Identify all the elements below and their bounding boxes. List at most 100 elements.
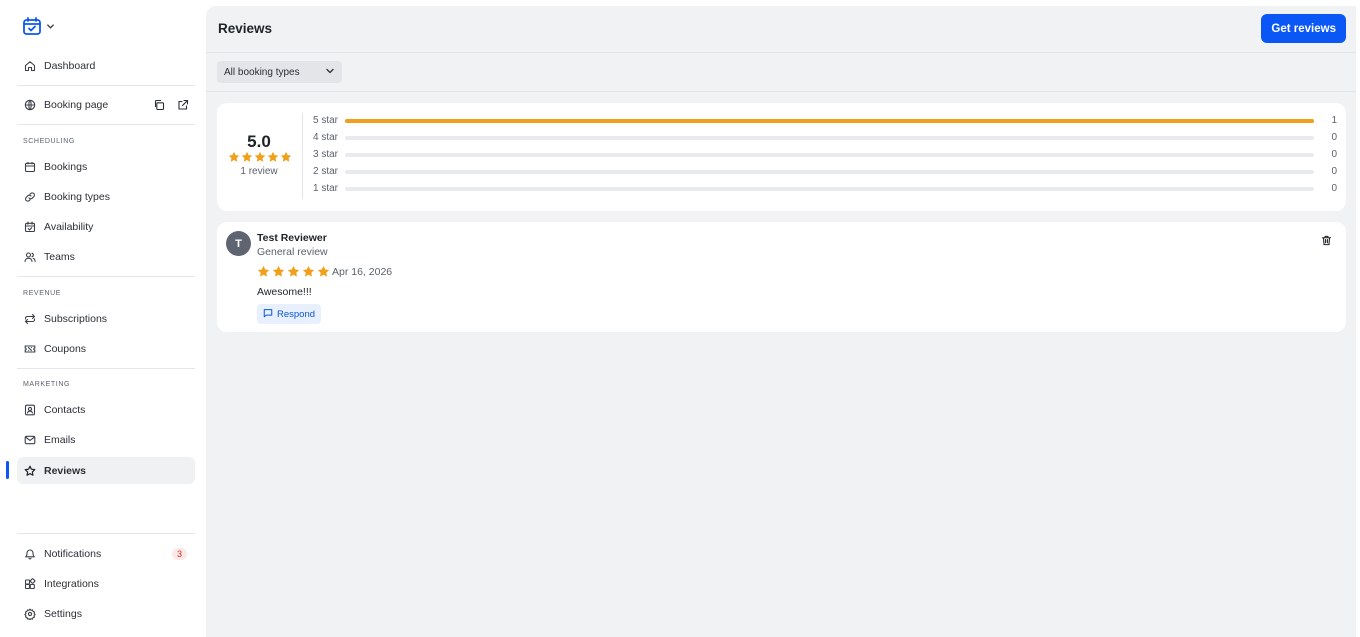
- distribution-fill: [345, 118, 1314, 123]
- sidebar-item-label: Teams: [44, 250, 75, 263]
- calendar-check-logo-icon: [22, 16, 42, 36]
- star-filled-icon: [302, 265, 315, 281]
- sidebar-item-subscriptions[interactable]: Subscriptions: [17, 305, 195, 332]
- page-title: Reviews: [218, 21, 273, 36]
- sidebar-item-integrations[interactable]: Integrations: [17, 570, 195, 597]
- section-label-marketing: MARKETING: [23, 381, 71, 388]
- review-stars: [257, 265, 330, 281]
- distribution-label: 3 star: [313, 149, 339, 160]
- distribution-label: 1 star: [313, 183, 339, 194]
- globe-icon: [24, 99, 36, 111]
- sidebar-item-teams[interactable]: Teams: [17, 243, 195, 270]
- distribution-track: [345, 118, 1314, 123]
- users-icon: [24, 251, 36, 263]
- star-filled-icon: [257, 265, 270, 281]
- section-label-scheduling: SCHEDULING: [23, 138, 75, 145]
- sidebar-item-coupons[interactable]: Coupons: [17, 335, 195, 362]
- star-outline-icon: [24, 465, 36, 477]
- sidebar-item-label: Subscriptions: [44, 312, 108, 325]
- divider: [17, 85, 195, 86]
- distribution-track: [345, 135, 1314, 140]
- workspace-switcher[interactable]: [22, 16, 55, 36]
- distribution-label: 4 star: [313, 132, 339, 143]
- star-filled-icon: [280, 151, 292, 166]
- review-text: Awesome!!!: [257, 286, 312, 298]
- sidebar-item-label: Emails: [44, 433, 76, 446]
- sidebar-item-notifications[interactable]: Notifications 3: [17, 540, 195, 567]
- sidebar-item-bookings[interactable]: Bookings: [17, 153, 195, 180]
- get-reviews-button[interactable]: Get reviews: [1261, 14, 1346, 43]
- sidebar-item-label: Reviews: [44, 464, 87, 477]
- sidebar-item-label: Contacts: [44, 403, 86, 416]
- gear-icon: [24, 607, 36, 620]
- rating-summary-card: 5.0 1 review 5 star 1 4 star 0 3 star 0: [217, 103, 1346, 211]
- booking-page-actions: [153, 99, 189, 111]
- sidebar-item-availability[interactable]: Availability: [17, 213, 195, 240]
- notification-count-badge: 3: [171, 547, 187, 560]
- ticket-icon: [24, 343, 36, 355]
- distribution-row: 3 star 0: [313, 146, 1337, 163]
- sidebar-item-reviews[interactable]: Reviews: [17, 457, 195, 484]
- external-link-icon[interactable]: [177, 99, 189, 111]
- sidebar-item-dashboard[interactable]: Dashboard: [17, 52, 195, 79]
- contact-card-icon: [24, 404, 36, 416]
- sidebar-item-label: Dashboard: [44, 59, 96, 72]
- star-filled-icon: [241, 151, 253, 166]
- sidebar-item-contacts[interactable]: Contacts: [17, 396, 195, 423]
- distribution-row: 5 star 1: [313, 112, 1337, 129]
- sidebar-item-booking-types[interactable]: Booking types: [17, 183, 195, 210]
- repeat-icon: [24, 313, 36, 325]
- distribution-count: 1: [1331, 115, 1337, 126]
- chevron-down-icon: [46, 22, 55, 31]
- mail-icon: [24, 434, 36, 446]
- sidebar-item-label: Settings: [44, 607, 82, 620]
- bell-icon: [24, 548, 36, 560]
- sidebar: Dashboard Booking page SCHEDULING Bookin…: [0, 0, 206, 637]
- average-rating-value: 5.0: [247, 132, 271, 151]
- section-label-revenue: REVENUE: [23, 290, 62, 297]
- booking-type-select[interactable]: All booking types: [217, 61, 342, 83]
- page-header: Reviews Get reviews: [206, 6, 1356, 53]
- distribution-track: [345, 152, 1314, 157]
- distribution-row: 4 star 0: [313, 129, 1337, 146]
- sidebar-item-label: Notifications: [44, 547, 102, 560]
- divider: [17, 276, 195, 277]
- star-filled-icon: [287, 265, 300, 281]
- review-date: Apr 16, 2026: [332, 266, 393, 278]
- distribution-count: 0: [1331, 132, 1337, 143]
- divider: [17, 124, 195, 125]
- respond-label: Respond: [277, 308, 316, 320]
- message-icon: [263, 308, 273, 321]
- review-card: T Test Reviewer General review Apr 16, 2…: [217, 222, 1346, 332]
- filter-bar: All booking types: [206, 53, 1356, 92]
- star-filled-icon: [254, 151, 266, 166]
- divider: [17, 533, 195, 534]
- average-rating: 5.0 1 review: [217, 103, 301, 211]
- copy-icon[interactable]: [153, 99, 165, 111]
- sidebar-item-emails[interactable]: Emails: [17, 426, 195, 453]
- distribution-row: 2 star 0: [313, 163, 1337, 180]
- sidebar-item-label: Coupons: [44, 342, 87, 355]
- divider: [17, 368, 195, 369]
- review-count: 1 review: [240, 166, 278, 177]
- sidebar-item-label: Integrations: [44, 577, 99, 590]
- respond-button[interactable]: Respond: [257, 304, 322, 324]
- distribution-row: 1 star 0: [313, 180, 1337, 197]
- sidebar-item-label: Booking types: [44, 190, 110, 203]
- sidebar-item-settings[interactable]: Settings: [17, 600, 195, 627]
- home-icon: [24, 60, 36, 72]
- sidebar-item-booking-page[interactable]: Booking page: [17, 91, 195, 118]
- distribution-track: [345, 169, 1314, 174]
- distribution-count: 0: [1331, 166, 1337, 177]
- distribution-count: 0: [1331, 183, 1337, 194]
- avatar: T: [226, 231, 251, 256]
- blocks-icon: [24, 577, 36, 590]
- distribution-track: [345, 186, 1314, 191]
- sidebar-item-label: Bookings: [44, 160, 88, 173]
- sidebar-item-label: Booking page: [44, 98, 109, 111]
- trash-icon[interactable]: [1321, 235, 1332, 246]
- booking-type-select-value: All booking types: [224, 66, 300, 78]
- review-type: General review: [257, 246, 328, 258]
- star-filled-icon: [272, 265, 285, 281]
- distribution-count: 0: [1331, 149, 1337, 160]
